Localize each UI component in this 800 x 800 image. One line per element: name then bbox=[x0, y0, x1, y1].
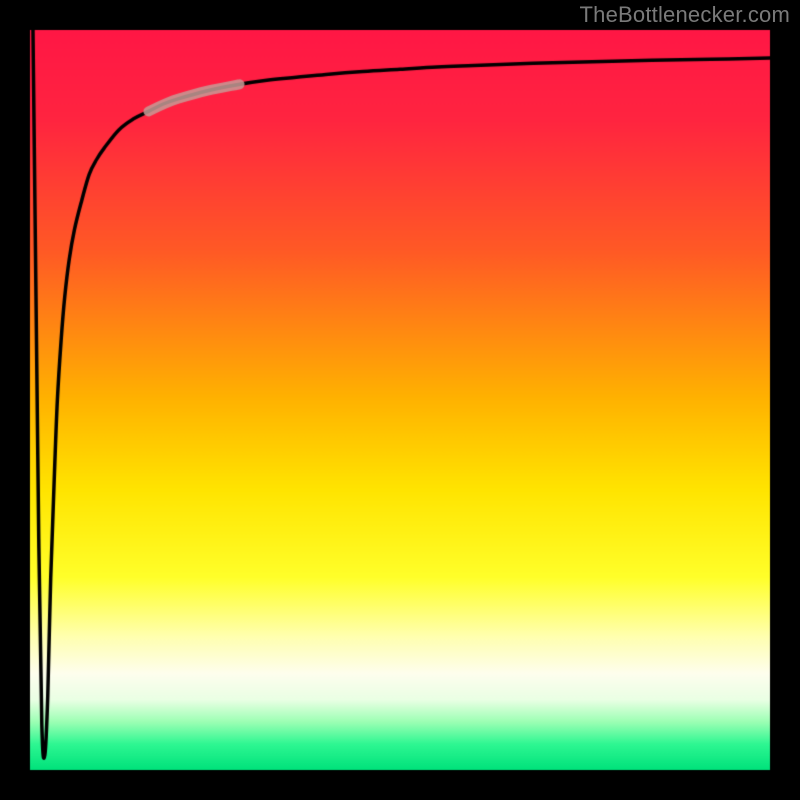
chart-stage: { "attribution": "TheBottlenecker.com", … bbox=[0, 0, 800, 800]
attribution-text: TheBottlenecker.com bbox=[580, 2, 790, 28]
bottleneck-chart-canvas bbox=[0, 0, 800, 800]
